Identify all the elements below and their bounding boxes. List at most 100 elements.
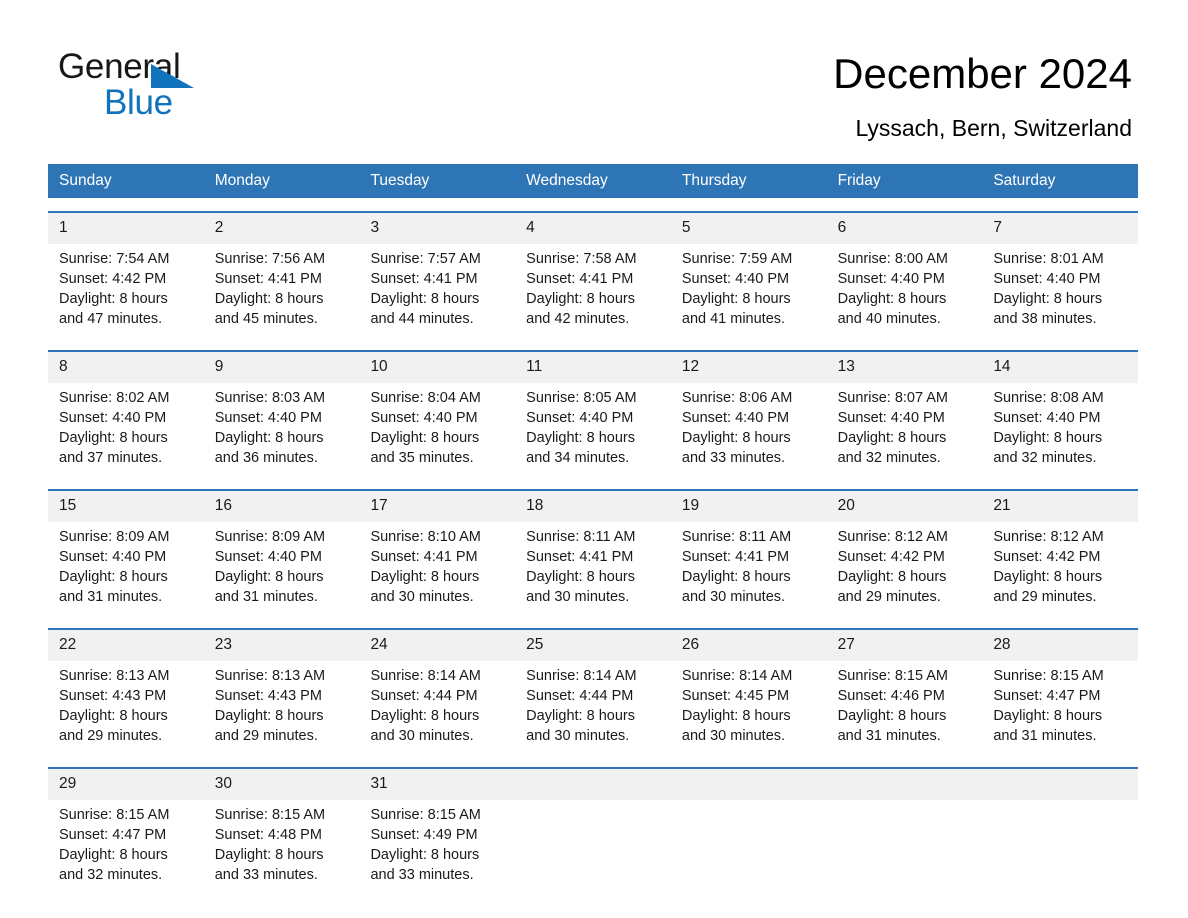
day-number[interactable]: 5 (671, 213, 827, 244)
day-number[interactable]: 10 (359, 352, 515, 383)
daylight-text-cont: and 29 minutes. (993, 589, 1097, 605)
daylight-text-cont: and 44 minutes. (370, 311, 474, 327)
day-number[interactable]: 2 (204, 213, 360, 244)
week-daynumber-band: 1 2 3 4 5 6 7 (48, 213, 1138, 244)
day-number[interactable]: 8 (48, 352, 204, 383)
day-cell[interactable]: Sunrise: 8:10 AM Sunset: 4:41 PM Dayligh… (359, 522, 515, 615)
day-number[interactable]: 28 (982, 630, 1138, 661)
day-cell[interactable]: Sunrise: 8:12 AM Sunset: 4:42 PM Dayligh… (827, 522, 983, 615)
day-cell[interactable]: Sunrise: 8:15 AM Sunset: 4:47 PM Dayligh… (48, 800, 204, 893)
day-cell[interactable]: Sunrise: 8:15 AM Sunset: 4:49 PM Dayligh… (359, 800, 515, 893)
day-cell[interactable]: Sunrise: 8:03 AM Sunset: 4:40 PM Dayligh… (204, 383, 360, 476)
day-cell[interactable]: Sunrise: 8:13 AM Sunset: 4:43 PM Dayligh… (48, 661, 204, 754)
day-number[interactable]: 31 (359, 769, 515, 800)
day-number[interactable]: 4 (515, 213, 671, 244)
day-number[interactable]: 27 (827, 630, 983, 661)
sunset-text: Sunset: 4:40 PM (993, 271, 1101, 287)
day-cell[interactable]: Sunrise: 8:04 AM Sunset: 4:40 PM Dayligh… (359, 383, 515, 476)
week-detail-band: Sunrise: 8:13 AM Sunset: 4:43 PM Dayligh… (48, 661, 1138, 754)
daylight-text-cont: and 30 minutes. (370, 589, 474, 605)
day-cell[interactable]: Sunrise: 8:02 AM Sunset: 4:40 PM Dayligh… (48, 383, 204, 476)
day-number[interactable]: 26 (671, 630, 827, 661)
day-cell[interactable]: Sunrise: 8:09 AM Sunset: 4:40 PM Dayligh… (204, 522, 360, 615)
day-cell[interactable]: Sunrise: 8:05 AM Sunset: 4:40 PM Dayligh… (515, 383, 671, 476)
sunset-text: Sunset: 4:41 PM (526, 271, 634, 287)
sunrise-text: Sunrise: 8:01 AM (993, 251, 1104, 267)
sunset-text: Sunset: 4:44 PM (526, 688, 634, 704)
day-number[interactable]: 21 (982, 491, 1138, 522)
sunrise-text: Sunrise: 8:10 AM (370, 529, 481, 545)
day-number-empty (515, 769, 671, 800)
day-cell[interactable]: Sunrise: 8:14 AM Sunset: 4:44 PM Dayligh… (359, 661, 515, 754)
sunset-text: Sunset: 4:49 PM (370, 827, 478, 843)
day-cell[interactable]: Sunrise: 8:12 AM Sunset: 4:42 PM Dayligh… (982, 522, 1138, 615)
sunset-text: Sunset: 4:41 PM (370, 271, 478, 287)
day-cell[interactable]: Sunrise: 8:01 AM Sunset: 4:40 PM Dayligh… (982, 244, 1138, 337)
day-number[interactable]: 29 (48, 769, 204, 800)
day-cell[interactable]: Sunrise: 8:15 AM Sunset: 4:46 PM Dayligh… (827, 661, 983, 754)
day-cell[interactable]: Sunrise: 8:14 AM Sunset: 4:45 PM Dayligh… (671, 661, 827, 754)
day-cell[interactable]: Sunrise: 7:59 AM Sunset: 4:40 PM Dayligh… (671, 244, 827, 337)
day-number[interactable]: 13 (827, 352, 983, 383)
day-number[interactable]: 24 (359, 630, 515, 661)
day-number[interactable]: 6 (827, 213, 983, 244)
generalblue-logo[interactable]: General Blue (58, 47, 218, 122)
day-cell[interactable]: Sunrise: 8:13 AM Sunset: 4:43 PM Dayligh… (204, 661, 360, 754)
day-number[interactable]: 15 (48, 491, 204, 522)
day-number[interactable]: 12 (671, 352, 827, 383)
daylight-text: Daylight: 8 hours (681, 569, 791, 585)
day-number[interactable]: 17 (359, 491, 515, 522)
sunrise-text: Sunrise: 8:02 AM (59, 390, 170, 406)
day-cell[interactable]: Sunrise: 7:54 AM Sunset: 4:42 PM Dayligh… (48, 244, 204, 337)
day-number[interactable]: 16 (204, 491, 360, 522)
day-number[interactable]: 19 (671, 491, 827, 522)
daylight-text: Daylight: 8 hours (59, 430, 168, 446)
day-cell[interactable]: Sunrise: 8:11 AM Sunset: 4:41 PM Dayligh… (515, 522, 671, 615)
day-number[interactable]: 22 (48, 630, 204, 661)
day-number[interactable]: 7 (982, 213, 1138, 244)
day-cell[interactable]: Sunrise: 8:11 AM Sunset: 4:41 PM Dayligh… (671, 522, 827, 615)
day-number[interactable]: 9 (204, 352, 360, 383)
day-number[interactable]: 30 (204, 769, 360, 800)
weekday-header-wednesday: Wednesday (526, 172, 608, 189)
sunrise-text: Sunrise: 8:06 AM (681, 390, 793, 406)
sunset-text: Sunset: 4:40 PM (837, 410, 945, 426)
day-number[interactable]: 20 (827, 491, 983, 522)
sunrise-text: Sunrise: 8:04 AM (370, 390, 481, 406)
day-cell[interactable]: Sunrise: 8:15 AM Sunset: 4:48 PM Dayligh… (204, 800, 360, 893)
day-cell[interactable]: Sunrise: 8:15 AM Sunset: 4:47 PM Dayligh… (982, 661, 1138, 754)
sunset-text: Sunset: 4:41 PM (526, 549, 634, 565)
day-number[interactable]: 11 (515, 352, 671, 383)
day-cell[interactable]: Sunrise: 8:09 AM Sunset: 4:40 PM Dayligh… (48, 522, 204, 615)
daylight-text-cont: and 31 minutes. (214, 589, 318, 605)
calendar-page: General Blue December 2024 Lyssach, Bern… (0, 0, 1188, 918)
daylight-text: Daylight: 8 hours (214, 430, 324, 446)
daylight-text: Daylight: 8 hours (837, 430, 947, 446)
weekday-header-sunday: Sunday (59, 172, 112, 189)
daylight-text: Daylight: 8 hours (370, 708, 480, 724)
sunset-text: Sunset: 4:40 PM (370, 410, 478, 426)
daylight-text-cont: and 45 minutes. (214, 311, 318, 327)
day-cell[interactable]: Sunrise: 8:00 AM Sunset: 4:40 PM Dayligh… (827, 244, 983, 337)
daylight-text-cont: and 40 minutes. (837, 311, 941, 327)
week-daynumber-band: 8 9 10 11 12 13 14 (48, 352, 1138, 383)
day-number[interactable]: 23 (204, 630, 360, 661)
daylight-text-cont: and 30 minutes. (681, 589, 786, 605)
day-number[interactable]: 3 (359, 213, 515, 244)
day-number[interactable]: 14 (982, 352, 1138, 383)
daylight-text-cont: and 34 minutes. (526, 450, 630, 466)
day-cell[interactable]: Sunrise: 7:57 AM Sunset: 4:41 PM Dayligh… (359, 244, 515, 337)
day-cell[interactable]: Sunrise: 7:58 AM Sunset: 4:41 PM Dayligh… (515, 244, 671, 337)
day-cell[interactable]: Sunrise: 8:06 AM Sunset: 4:40 PM Dayligh… (671, 383, 827, 476)
day-number[interactable]: 1 (48, 213, 204, 244)
day-cell[interactable]: Sunrise: 8:07 AM Sunset: 4:40 PM Dayligh… (827, 383, 983, 476)
day-number[interactable]: 25 (515, 630, 671, 661)
sunset-text: Sunset: 4:42 PM (837, 549, 945, 565)
sunrise-text: Sunrise: 8:12 AM (993, 529, 1104, 545)
day-cell[interactable]: Sunrise: 8:14 AM Sunset: 4:44 PM Dayligh… (515, 661, 671, 754)
sunrise-text: Sunrise: 8:12 AM (837, 529, 949, 545)
day-number[interactable]: 18 (515, 491, 671, 522)
calendar-week-row: 22 23 24 25 26 27 28 Sunrise: 8:13 AM Su… (48, 628, 1138, 754)
day-cell[interactable]: Sunrise: 8:08 AM Sunset: 4:40 PM Dayligh… (982, 383, 1138, 476)
day-cell[interactable]: Sunrise: 7:56 AM Sunset: 4:41 PM Dayligh… (204, 244, 360, 337)
